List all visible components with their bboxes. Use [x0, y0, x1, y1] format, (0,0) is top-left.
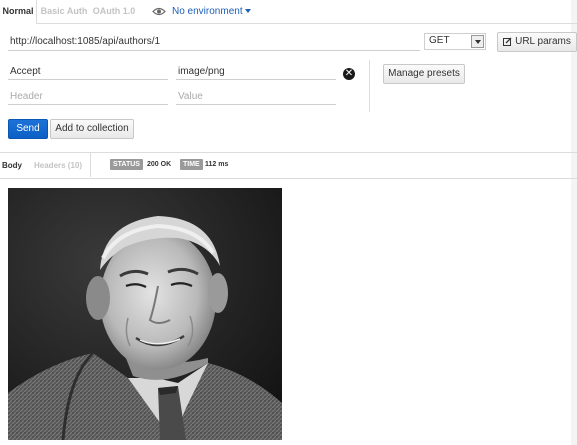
chevron-down-icon [244, 9, 251, 14]
eye-icon [152, 7, 166, 15]
header-value-field[interactable]: image/png [176, 65, 336, 80]
response-image [8, 188, 282, 440]
tab-basic-auth[interactable]: Basic Auth [37, 0, 91, 23]
divider [369, 60, 370, 112]
portrait-photo [8, 188, 282, 440]
send-button[interactable]: Send [8, 119, 48, 139]
tab-response-headers[interactable]: Headers (10) [34, 153, 82, 178]
environment-selector[interactable]: No environment [152, 0, 251, 23]
header-key-field[interactable]: Accept [8, 65, 168, 80]
method-select[interactable]: GET [424, 33, 486, 50]
environment-label: No environment [172, 6, 243, 17]
add-to-collection-button[interactable]: Add to collection [50, 119, 134, 139]
status-badge: STATUS [110, 159, 143, 170]
manage-presets-button[interactable]: Manage presets [383, 64, 465, 84]
url-params-label: URL params [515, 36, 571, 47]
time-badge: TIME [180, 159, 203, 170]
header-key-placeholder[interactable]: Header [8, 90, 168, 105]
chevron-down-icon[interactable] [471, 35, 484, 48]
remove-header-icon[interactable]: ✕ [343, 68, 355, 80]
status-value: 200 OK [147, 161, 172, 168]
tab-oauth[interactable]: OAuth 1.0 [91, 0, 137, 23]
auth-tabs-bar: Normal Basic Auth OAuth 1.0 No environme… [0, 0, 577, 24]
url-params-button[interactable]: URL params [497, 32, 577, 52]
scrollbar-track[interactable] [571, 0, 577, 445]
edit-icon [503, 37, 512, 46]
response-bar: Body Headers (10) [0, 152, 577, 179]
tab-normal[interactable]: Normal [0, 0, 37, 24]
time-value: 112 ms [205, 161, 229, 168]
header-value-placeholder[interactable]: Value [176, 90, 336, 105]
tab-body[interactable]: Body [2, 153, 22, 178]
divider [90, 153, 91, 177]
method-value: GET [429, 35, 450, 46]
url-input[interactable] [8, 33, 420, 51]
